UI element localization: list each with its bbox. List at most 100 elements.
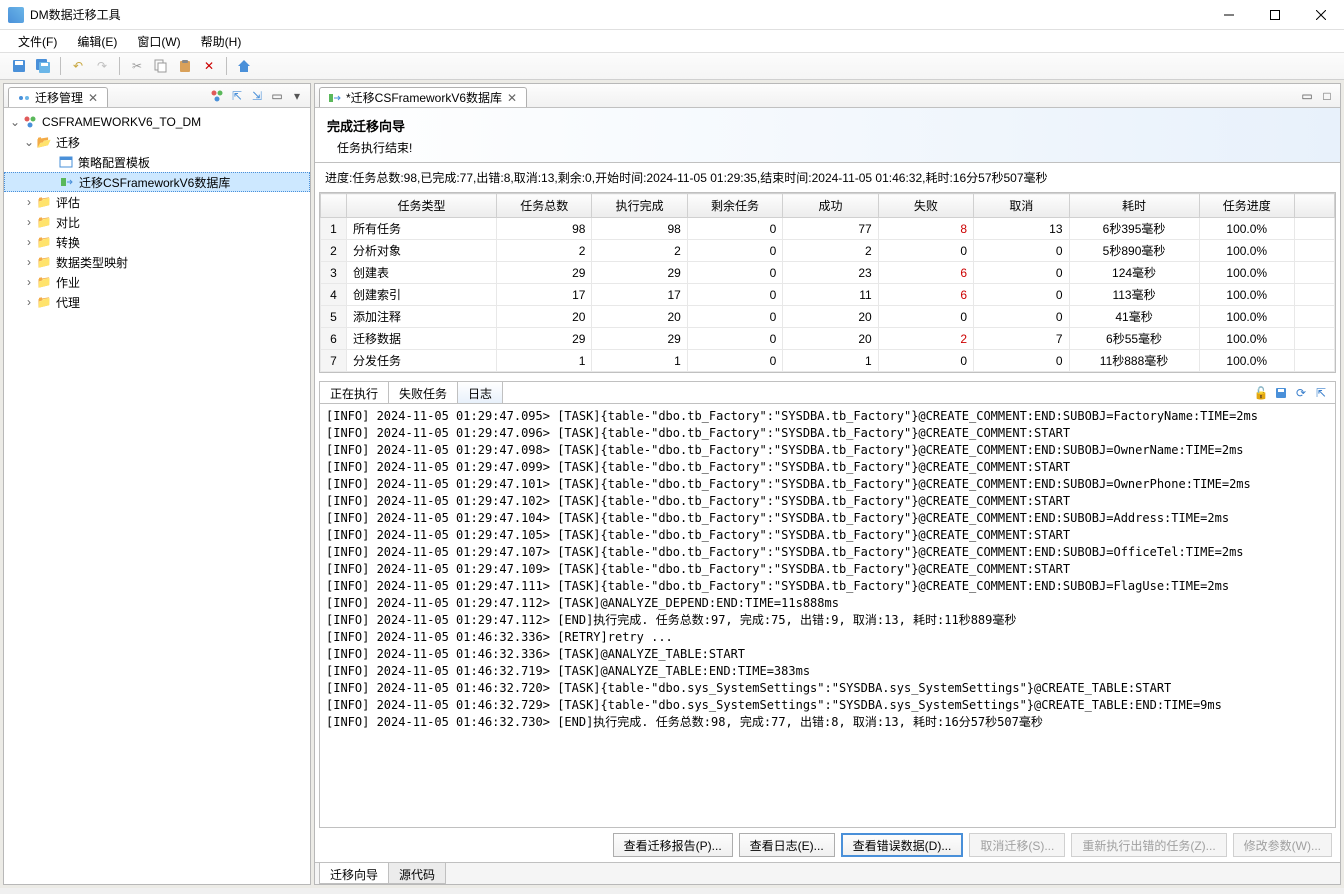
collapse-icon[interactable]: ⌄	[8, 115, 22, 129]
column-header[interactable]: 失败	[878, 194, 973, 218]
tree-folder[interactable]: ›📁对比	[4, 212, 310, 232]
table-row[interactable]: 7分发任务11010011秒888毫秒100.0%	[321, 350, 1335, 372]
collapse-icon[interactable]: ⌄	[22, 135, 36, 149]
row-number: 6	[321, 328, 347, 350]
row-number: 3	[321, 262, 347, 284]
column-header[interactable]: 剩余任务	[687, 194, 782, 218]
toolbar-separator	[60, 57, 61, 75]
home-icon[interactable]	[233, 55, 255, 77]
cell-fail: 0	[878, 240, 973, 262]
import-icon[interactable]: ⇱	[228, 87, 246, 105]
column-header[interactable]: 耗时	[1069, 194, 1199, 218]
cell-remain: 0	[687, 262, 782, 284]
close-button[interactable]	[1298, 0, 1344, 30]
column-header[interactable]: 任务类型	[347, 194, 497, 218]
expand-icon[interactable]: ›	[22, 235, 36, 249]
bottom-tab-source[interactable]: 源代码	[388, 863, 446, 884]
table-row[interactable]: 1所有任务98980778136秒395毫秒100.0%	[321, 218, 1335, 240]
log-view[interactable]: [INFO] 2024-11-05 01:29:47.095> [TASK]{t…	[319, 403, 1336, 828]
cell-time: 41毫秒	[1069, 306, 1199, 328]
tree-root[interactable]: ⌄ CSFRAMEWORKV6_TO_DM	[4, 112, 310, 132]
undo-icon[interactable]: ↶	[67, 55, 89, 77]
tree-folder[interactable]: ›📁代理	[4, 292, 310, 312]
table-row[interactable]: 4创建索引171701160113毫秒100.0%	[321, 284, 1335, 306]
menubar: 文件(F) 编辑(E) 窗口(W) 帮助(H)	[0, 30, 1344, 52]
row-number: 1	[321, 218, 347, 240]
tree-item-migrate-db[interactable]: 迁移CSFrameworkV6数据库	[4, 172, 310, 192]
log-line: [INFO] 2024-11-05 01:29:47.109> [TASK]{t…	[326, 561, 1329, 578]
delete-icon[interactable]: ✕	[198, 55, 220, 77]
sub-tab-log[interactable]: 日志	[458, 382, 503, 403]
column-header[interactable]: 任务进度	[1199, 194, 1294, 218]
tab-migrate-db[interactable]: *迁移CSFrameworkV6数据库 ✕	[319, 87, 527, 107]
export-icon[interactable]: ⇲	[248, 87, 266, 105]
cell-empty	[1295, 328, 1335, 350]
table-row[interactable]: 3创建表292902360124毫秒100.0%	[321, 262, 1335, 284]
table-row[interactable]: 2分析对象2202005秒890毫秒100.0%	[321, 240, 1335, 262]
view-menu-icon[interactable]: ▾	[288, 87, 306, 105]
cancel-migration-button: 取消迁移(S)...	[969, 833, 1065, 857]
expand-icon[interactable]: ›	[22, 275, 36, 289]
copy-icon[interactable]	[150, 55, 172, 77]
view-log-button[interactable]: 查看日志(E)...	[739, 833, 835, 857]
tree-folder-migrate[interactable]: ⌄ 📂 迁移	[4, 132, 310, 152]
row-number: 5	[321, 306, 347, 328]
close-icon[interactable]: ✕	[87, 92, 99, 104]
table-row[interactable]: 6迁移数据2929020276秒55毫秒100.0%	[321, 328, 1335, 350]
cell-time: 11秒888毫秒	[1069, 350, 1199, 372]
expand-icon[interactable]: ›	[22, 195, 36, 209]
redo-icon[interactable]: ↷	[91, 55, 113, 77]
expand-icon[interactable]: ›	[22, 215, 36, 229]
tree-folder[interactable]: ›📁作业	[4, 272, 310, 292]
close-icon[interactable]: ✕	[506, 92, 518, 104]
button-bar: 查看迁移报告(P)... 查看日志(E)... 查看错误数据(D)... 取消迁…	[315, 828, 1340, 862]
minimize-button[interactable]	[1206, 0, 1252, 30]
cell-empty	[1295, 350, 1335, 372]
maximize-button[interactable]	[1252, 0, 1298, 30]
expand-icon[interactable]: ›	[22, 295, 36, 309]
view-report-button[interactable]: 查看迁移报告(P)...	[613, 833, 733, 857]
minimize-panel-icon[interactable]: ▭	[268, 87, 286, 105]
menu-window[interactable]: 窗口(W)	[129, 31, 188, 52]
folder-icon: 📁	[36, 275, 52, 289]
view-error-button[interactable]: 查看错误数据(D)...	[841, 833, 964, 857]
bottom-tabs: 迁移向导 源代码	[315, 862, 1340, 884]
sub-tab-running[interactable]: 正在执行	[320, 382, 389, 403]
save-log-icon[interactable]	[1273, 385, 1289, 401]
tree-folder[interactable]: ›📁转换	[4, 232, 310, 252]
maximize-panel-icon[interactable]: □	[1318, 87, 1336, 105]
column-header[interactable]: 任务总数	[497, 194, 592, 218]
column-header[interactable]: 取消	[974, 194, 1069, 218]
minimize-panel-icon[interactable]: ▭	[1298, 87, 1316, 105]
bottom-tab-wizard[interactable]: 迁移向导	[319, 863, 389, 884]
log-line: [INFO] 2024-11-05 01:29:47.096> [TASK]{t…	[326, 425, 1329, 442]
export-log-icon[interactable]: ⇱	[1313, 385, 1329, 401]
cell-done: 29	[592, 262, 687, 284]
column-header[interactable]: 执行完成	[592, 194, 687, 218]
tree-item-template[interactable]: 策略配置模板	[4, 152, 310, 172]
tree-folder[interactable]: ›📁数据类型映射	[4, 252, 310, 272]
cell-fail: 2	[878, 328, 973, 350]
column-header[interactable]: 成功	[783, 194, 878, 218]
toolbar-separator	[119, 57, 120, 75]
refresh-icon[interactable]: ⟳	[1293, 385, 1309, 401]
new-migration-icon[interactable]	[208, 87, 226, 105]
cell-cancel: 0	[974, 306, 1069, 328]
unlock-icon[interactable]: 🔓	[1253, 385, 1269, 401]
log-line: [INFO] 2024-11-05 01:29:47.101> [TASK]{t…	[326, 476, 1329, 493]
tree-folder[interactable]: ›📁评估	[4, 192, 310, 212]
save-icon[interactable]	[8, 55, 30, 77]
cell-remain: 0	[687, 328, 782, 350]
menu-help[interactable]: 帮助(H)	[193, 31, 250, 52]
paste-icon[interactable]	[174, 55, 196, 77]
sub-tab-failed[interactable]: 失败任务	[389, 382, 458, 403]
table-row[interactable]: 5添加注释20200200041毫秒100.0%	[321, 306, 1335, 328]
tab-migration-management[interactable]: 迁移管理 ✕	[8, 87, 108, 107]
tree-label: 转换	[56, 234, 80, 251]
cut-icon[interactable]: ✂	[126, 55, 148, 77]
menu-edit[interactable]: 编辑(E)	[69, 31, 125, 52]
expand-icon[interactable]: ›	[22, 255, 36, 269]
save-all-icon[interactable]	[32, 55, 54, 77]
log-line: [INFO] 2024-11-05 01:29:47.102> [TASK]{t…	[326, 493, 1329, 510]
menu-file[interactable]: 文件(F)	[10, 31, 65, 52]
